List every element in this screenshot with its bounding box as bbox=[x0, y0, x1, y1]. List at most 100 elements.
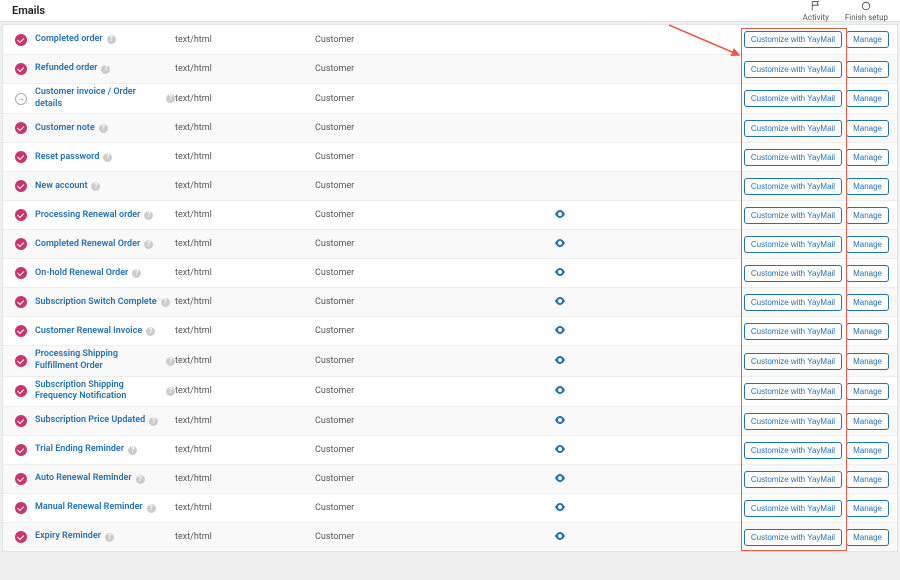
manual-send-icon[interactable] bbox=[15, 93, 27, 105]
manage-button[interactable]: Manage bbox=[846, 236, 889, 253]
enabled-check-icon[interactable] bbox=[15, 502, 27, 514]
email-name-link[interactable]: Processing Shipping Fulfillment Order? bbox=[35, 349, 175, 372]
manage-button[interactable]: Manage bbox=[846, 61, 889, 78]
email-name-link[interactable]: Completed Renewal Order? bbox=[35, 239, 175, 251]
eye-icon[interactable] bbox=[554, 326, 566, 337]
help-tooltip-icon[interactable]: ? bbox=[144, 240, 153, 249]
customize-button[interactable]: Customize with YayMail bbox=[744, 207, 842, 224]
customize-button[interactable]: Customize with YayMail bbox=[744, 471, 842, 488]
eye-icon[interactable] bbox=[554, 416, 566, 427]
customize-button[interactable]: Customize with YayMail bbox=[744, 149, 842, 166]
manage-button[interactable]: Manage bbox=[846, 207, 889, 224]
enabled-check-icon[interactable] bbox=[15, 531, 27, 543]
manage-button[interactable]: Manage bbox=[846, 90, 889, 107]
eye-icon[interactable] bbox=[554, 445, 566, 456]
customize-button[interactable]: Customize with YayMail bbox=[744, 413, 842, 430]
enabled-check-icon[interactable] bbox=[15, 415, 27, 427]
manage-button[interactable]: Manage bbox=[846, 149, 889, 166]
help-tooltip-icon[interactable]: ? bbox=[132, 269, 141, 278]
eye-icon[interactable] bbox=[554, 386, 566, 397]
eye-icon[interactable] bbox=[554, 210, 566, 221]
customize-button[interactable]: Customize with YayMail bbox=[744, 383, 842, 400]
enabled-check-icon[interactable] bbox=[15, 385, 27, 397]
help-tooltip-icon[interactable]: ? bbox=[105, 533, 114, 542]
help-tooltip-icon[interactable]: ? bbox=[161, 298, 170, 307]
enabled-check-icon[interactable] bbox=[15, 34, 27, 46]
email-name-link[interactable]: Completed order? bbox=[35, 34, 175, 46]
email-name-link[interactable]: Customer Renewal Invoice? bbox=[35, 326, 175, 338]
email-name-link[interactable]: Auto Renewal Reminder? bbox=[35, 473, 175, 485]
manage-button[interactable]: Manage bbox=[846, 265, 889, 282]
email-name-link[interactable]: Trial Ending Reminder? bbox=[35, 444, 175, 456]
manage-button[interactable]: Manage bbox=[846, 31, 889, 48]
help-tooltip-icon[interactable]: ? bbox=[166, 357, 175, 366]
eye-icon[interactable] bbox=[554, 474, 566, 485]
enabled-check-icon[interactable] bbox=[15, 151, 27, 163]
email-name-link[interactable]: Reset password? bbox=[35, 152, 175, 164]
email-name-link[interactable]: On-hold Renewal Order? bbox=[35, 268, 175, 280]
help-tooltip-icon[interactable]: ? bbox=[107, 35, 116, 44]
help-tooltip-icon[interactable]: ? bbox=[91, 182, 100, 191]
help-tooltip-icon[interactable]: ? bbox=[144, 211, 153, 220]
manage-button[interactable]: Manage bbox=[846, 323, 889, 340]
customize-button[interactable]: Customize with YayMail bbox=[744, 323, 842, 340]
help-tooltip-icon[interactable]: ? bbox=[99, 124, 108, 133]
manage-button[interactable]: Manage bbox=[846, 120, 889, 137]
email-name-link[interactable]: Subscription Shipping Frequency Notifica… bbox=[35, 380, 175, 403]
enabled-check-icon[interactable] bbox=[15, 325, 27, 337]
email-name-link[interactable]: New account? bbox=[35, 181, 175, 193]
help-tooltip-icon[interactable]: ? bbox=[103, 153, 112, 162]
enabled-check-icon[interactable] bbox=[15, 267, 27, 279]
customize-button[interactable]: Customize with YayMail bbox=[744, 265, 842, 282]
email-name-link[interactable]: Processing Renewal order? bbox=[35, 210, 175, 222]
eye-icon[interactable] bbox=[554, 239, 566, 250]
help-tooltip-icon[interactable]: ? bbox=[149, 417, 158, 426]
eye-icon[interactable] bbox=[554, 356, 566, 367]
email-name-link[interactable]: Refunded order? bbox=[35, 63, 175, 75]
eye-icon[interactable] bbox=[554, 532, 566, 543]
help-tooltip-icon[interactable]: ? bbox=[146, 327, 155, 336]
customize-button[interactable]: Customize with YayMail bbox=[744, 31, 842, 48]
enabled-check-icon[interactable] bbox=[15, 473, 27, 485]
manage-button[interactable]: Manage bbox=[846, 471, 889, 488]
email-name-link[interactable]: Manual Renewal Reminder? bbox=[35, 502, 175, 514]
manage-button[interactable]: Manage bbox=[846, 294, 889, 311]
email-name-link[interactable]: Subscription Switch Complete? bbox=[35, 297, 175, 309]
help-tooltip-icon[interactable]: ? bbox=[147, 504, 156, 513]
manage-button[interactable]: Manage bbox=[846, 383, 889, 400]
activity-button[interactable]: Activity bbox=[803, 0, 829, 22]
manage-button[interactable]: Manage bbox=[846, 353, 889, 370]
email-name-link[interactable]: Customer note? bbox=[35, 123, 175, 135]
customize-button[interactable]: Customize with YayMail bbox=[744, 178, 842, 195]
manage-button[interactable]: Manage bbox=[846, 442, 889, 459]
help-tooltip-icon[interactable]: ? bbox=[128, 446, 137, 455]
customize-button[interactable]: Customize with YayMail bbox=[744, 236, 842, 253]
enabled-check-icon[interactable] bbox=[15, 180, 27, 192]
manage-button[interactable]: Manage bbox=[846, 178, 889, 195]
customize-button[interactable]: Customize with YayMail bbox=[744, 294, 842, 311]
customize-button[interactable]: Customize with YayMail bbox=[744, 120, 842, 137]
manage-button[interactable]: Manage bbox=[846, 413, 889, 430]
enabled-check-icon[interactable] bbox=[15, 122, 27, 134]
help-tooltip-icon[interactable]: ? bbox=[166, 387, 175, 396]
customize-button[interactable]: Customize with YayMail bbox=[744, 90, 842, 107]
enabled-check-icon[interactable] bbox=[15, 209, 27, 221]
enabled-check-icon[interactable] bbox=[15, 63, 27, 75]
eye-icon[interactable] bbox=[554, 297, 566, 308]
finish-setup-button[interactable]: Finish setup bbox=[845, 0, 888, 22]
help-tooltip-icon[interactable]: ? bbox=[136, 475, 145, 484]
email-name-link[interactable]: Expiry Reminder? bbox=[35, 531, 175, 543]
manage-button[interactable]: Manage bbox=[846, 500, 889, 517]
customize-button[interactable]: Customize with YayMail bbox=[744, 442, 842, 459]
customize-button[interactable]: Customize with YayMail bbox=[744, 61, 842, 78]
enabled-check-icon[interactable] bbox=[15, 355, 27, 367]
email-name-link[interactable]: Subscription Price Updated? bbox=[35, 415, 175, 427]
help-tooltip-icon[interactable]: ? bbox=[166, 94, 175, 103]
eye-icon[interactable] bbox=[554, 503, 566, 514]
enabled-check-icon[interactable] bbox=[15, 238, 27, 250]
scroll-area[interactable]: Completed order?text/htmlCustomerCustomi… bbox=[0, 22, 900, 580]
help-tooltip-icon[interactable]: ? bbox=[101, 65, 110, 74]
customize-button[interactable]: Customize with YayMail bbox=[744, 353, 842, 370]
enabled-check-icon[interactable] bbox=[15, 444, 27, 456]
manage-button[interactable]: Manage bbox=[846, 529, 889, 546]
